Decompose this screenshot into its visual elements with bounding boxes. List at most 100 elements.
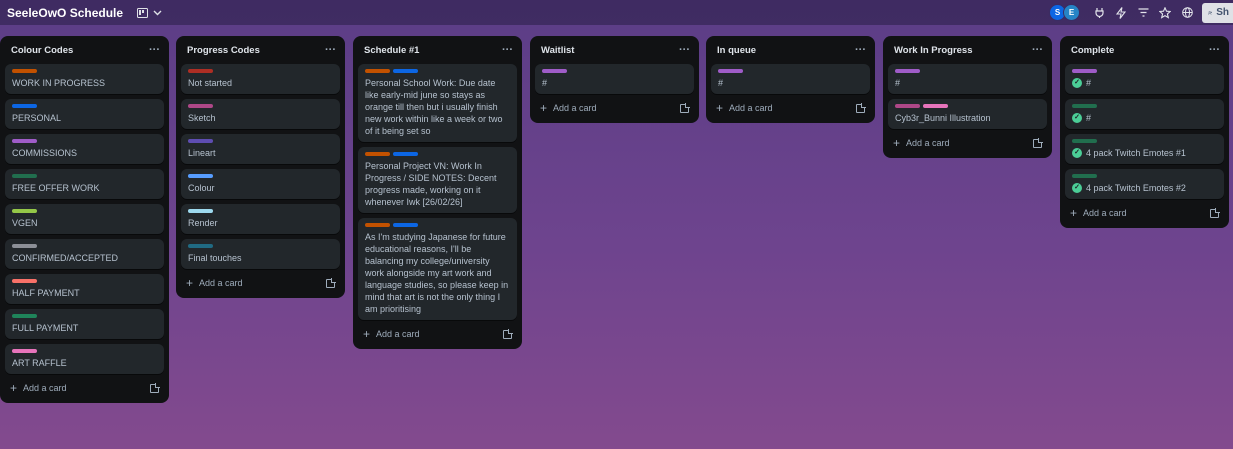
card-label[interactable] bbox=[12, 104, 37, 108]
checkmark-icon[interactable]: ✓ bbox=[1072, 113, 1082, 123]
add-card-button[interactable]: + Add a card bbox=[1070, 207, 1127, 219]
card[interactable]: Sketch bbox=[181, 99, 340, 129]
card[interactable]: WORK IN PROGRESS bbox=[5, 64, 164, 94]
card-label[interactable] bbox=[12, 174, 37, 178]
card-labels[interactable] bbox=[895, 69, 1040, 74]
checkmark-icon[interactable]: ✓ bbox=[1072, 78, 1082, 88]
list-title[interactable]: Work In Progress bbox=[894, 45, 973, 56]
card-label[interactable] bbox=[12, 279, 37, 283]
add-card-button[interactable]: + Add a card bbox=[540, 102, 597, 114]
card-label[interactable] bbox=[1072, 69, 1097, 73]
card-label[interactable] bbox=[188, 104, 213, 108]
card[interactable]: Colour bbox=[181, 169, 340, 199]
create-from-template-icon[interactable] bbox=[680, 102, 690, 113]
card-labels[interactable] bbox=[188, 104, 333, 109]
card[interactable]: Personal School Work: Due date like earl… bbox=[358, 64, 517, 142]
card[interactable]: Cyb3r_Bunni Illustration bbox=[888, 99, 1047, 129]
add-card-button[interactable]: + Add a card bbox=[186, 277, 243, 289]
card[interactable]: CONFIRMED/ACCEPTED bbox=[5, 239, 164, 269]
card-label[interactable] bbox=[12, 349, 37, 353]
list-schedule-1[interactable]: Schedule #1 ··· Personal School Work: Due … bbox=[353, 36, 522, 349]
card-label[interactable] bbox=[393, 69, 418, 73]
globe-icon[interactable] bbox=[1176, 2, 1198, 24]
filter-icon[interactable] bbox=[1132, 2, 1154, 24]
card-label[interactable] bbox=[12, 209, 37, 213]
card[interactable]: Render bbox=[181, 204, 340, 234]
card[interactable]: Personal Project VN: Work In Progress / … bbox=[358, 147, 517, 213]
card[interactable]: ✓ 4 pack Twitch Emotes #2 bbox=[1065, 169, 1224, 199]
card[interactable]: Final touches bbox=[181, 239, 340, 269]
card-labels[interactable] bbox=[1072, 104, 1217, 109]
card[interactable]: # bbox=[535, 64, 694, 94]
list-title[interactable]: Schedule #1 bbox=[364, 45, 419, 56]
list-title[interactable]: Colour Codes bbox=[11, 45, 73, 56]
card-label[interactable] bbox=[1072, 104, 1097, 108]
avatar[interactable]: E bbox=[1063, 4, 1080, 21]
card-labels[interactable] bbox=[12, 69, 157, 74]
card-labels[interactable] bbox=[12, 139, 157, 144]
card-label[interactable] bbox=[542, 69, 567, 73]
card-labels[interactable] bbox=[188, 174, 333, 179]
card-labels[interactable] bbox=[1072, 174, 1217, 179]
card-label[interactable] bbox=[12, 244, 37, 248]
card-labels[interactable] bbox=[188, 69, 333, 74]
list-title[interactable]: Waitlist bbox=[541, 45, 574, 56]
card-label[interactable] bbox=[393, 223, 418, 227]
card-label[interactable] bbox=[895, 69, 920, 73]
card-label[interactable] bbox=[12, 69, 37, 73]
list-menu-icon[interactable]: ··· bbox=[855, 44, 866, 56]
share-button[interactable]: Sh bbox=[1202, 2, 1233, 23]
card-label[interactable] bbox=[895, 104, 920, 108]
checkmark-icon[interactable]: ✓ bbox=[1072, 183, 1082, 193]
card-labels[interactable] bbox=[188, 139, 333, 144]
card-labels[interactable] bbox=[365, 152, 510, 157]
card[interactable]: As I'm studying Japanese for future educ… bbox=[358, 218, 517, 320]
list-menu-icon[interactable]: ··· bbox=[325, 44, 336, 56]
card-labels[interactable] bbox=[12, 314, 157, 319]
list-work-in-progress[interactable]: Work In Progress ··· # Cyb3r_Bunni Illustra… bbox=[883, 36, 1052, 158]
card[interactable]: FREE OFFER WORK bbox=[5, 169, 164, 199]
card[interactable]: ART RAFFLE bbox=[5, 344, 164, 374]
card[interactable]: # bbox=[711, 64, 870, 94]
card-label[interactable] bbox=[12, 314, 37, 318]
card[interactable]: ✓ 4 pack Twitch Emotes #1 bbox=[1065, 134, 1224, 164]
card-labels[interactable] bbox=[542, 69, 687, 74]
card-labels[interactable] bbox=[12, 279, 157, 284]
power-ups-icon[interactable] bbox=[1088, 2, 1110, 24]
create-from-template-icon[interactable] bbox=[856, 102, 866, 113]
card-label[interactable] bbox=[188, 209, 213, 213]
view-switcher[interactable] bbox=[137, 7, 162, 18]
list-menu-icon[interactable]: ··· bbox=[502, 44, 513, 56]
card-labels[interactable] bbox=[895, 104, 1040, 109]
card-labels[interactable] bbox=[718, 69, 863, 74]
list-waitlist[interactable]: Waitlist ··· # + Add a card bbox=[530, 36, 699, 123]
card[interactable]: COMMISSIONS bbox=[5, 134, 164, 164]
card-labels[interactable] bbox=[365, 223, 510, 228]
card-label[interactable] bbox=[1072, 174, 1097, 178]
card-label[interactable] bbox=[12, 139, 37, 143]
create-from-template-icon[interactable] bbox=[326, 277, 336, 288]
list-menu-icon[interactable]: ··· bbox=[149, 44, 160, 56]
card[interactable]: FULL PAYMENT bbox=[5, 309, 164, 339]
card-labels[interactable] bbox=[12, 244, 157, 249]
card-label[interactable] bbox=[923, 104, 948, 108]
create-from-template-icon[interactable] bbox=[503, 328, 513, 339]
list-menu-icon[interactable]: ··· bbox=[1209, 44, 1220, 56]
card-label[interactable] bbox=[188, 244, 213, 248]
card-label[interactable] bbox=[188, 139, 213, 143]
add-card-button[interactable]: + Add a card bbox=[363, 328, 420, 340]
board-title[interactable]: SeeleOwO Schedule bbox=[7, 6, 123, 20]
card-labels[interactable] bbox=[1072, 69, 1217, 74]
card-label[interactable] bbox=[188, 69, 213, 73]
card[interactable]: ✓ # bbox=[1065, 99, 1224, 129]
card-labels[interactable] bbox=[365, 69, 510, 74]
automation-icon[interactable] bbox=[1110, 2, 1132, 24]
card[interactable]: Lineart bbox=[181, 134, 340, 164]
star-icon[interactable] bbox=[1154, 2, 1176, 24]
list-title[interactable]: In queue bbox=[717, 45, 756, 56]
card[interactable]: Not started bbox=[181, 64, 340, 94]
list-title[interactable]: Progress Codes bbox=[187, 45, 260, 56]
list-colour-codes[interactable]: Colour Codes ··· WORK IN PROGRESS PERSONAL C… bbox=[0, 36, 169, 403]
add-card-button[interactable]: + Add a card bbox=[10, 382, 67, 394]
card-labels[interactable] bbox=[1072, 139, 1217, 144]
